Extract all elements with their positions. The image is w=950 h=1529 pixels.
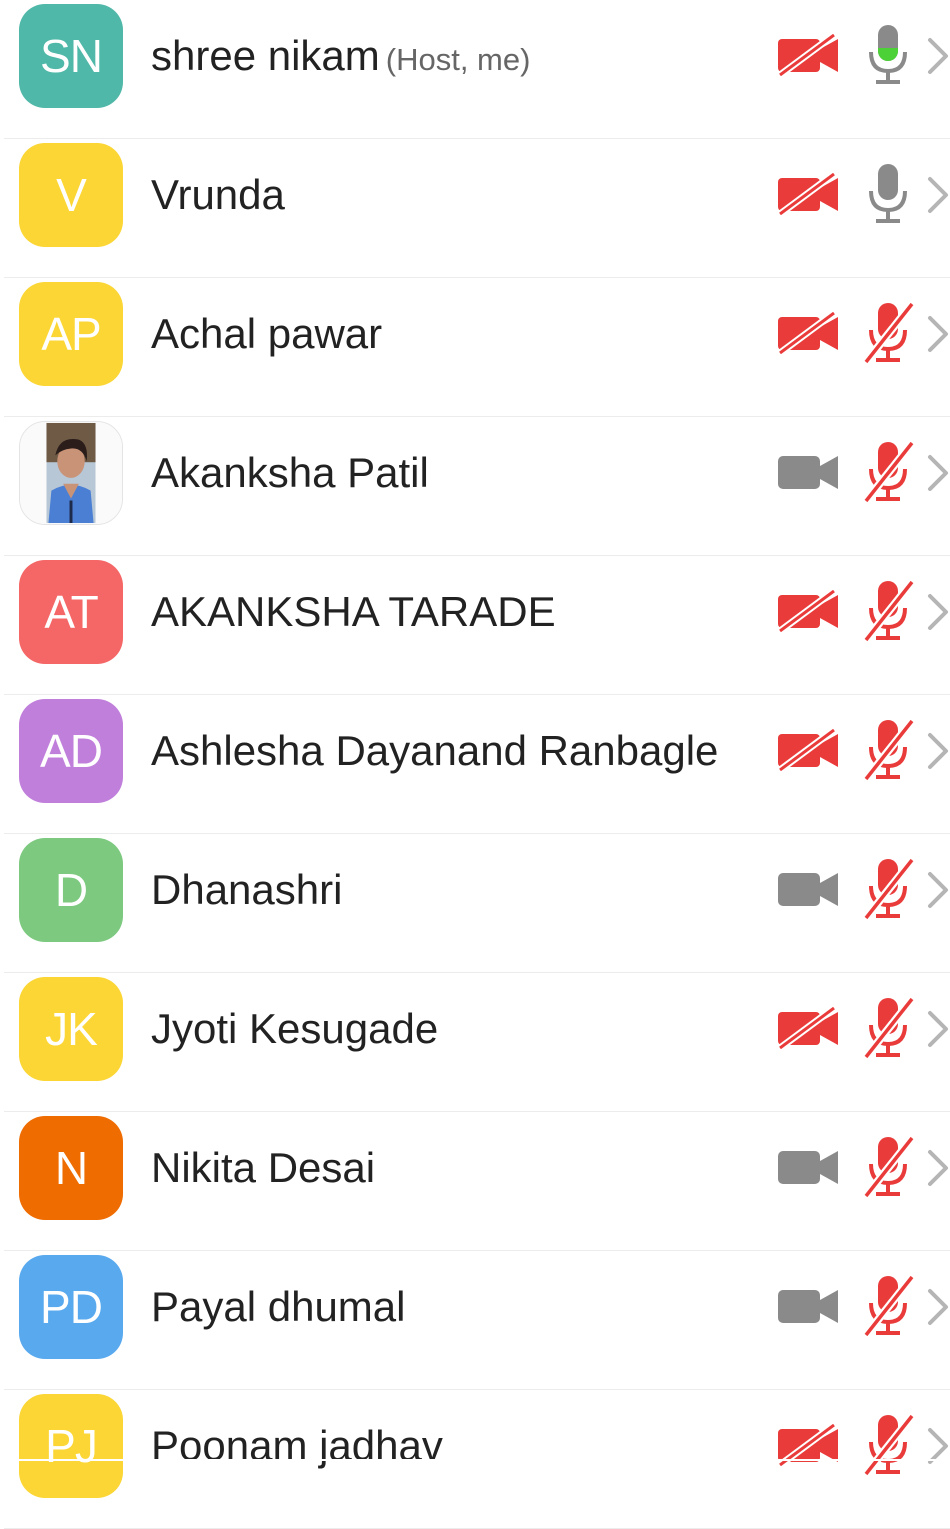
microphone-icon xyxy=(862,22,914,86)
video-off-icon xyxy=(776,32,840,78)
participant-name-text: Akanksha Patil xyxy=(151,449,429,496)
participant-name: Akanksha Patil xyxy=(151,449,429,497)
participant-row[interactable]: SN shree nikam (Host, me) xyxy=(4,0,950,139)
participant-name-text: Jyoti Kesugade xyxy=(151,1005,439,1052)
participant-row[interactable]: JK Jyoti Kesugade xyxy=(4,973,950,1112)
microphone-muted-icon xyxy=(862,1134,916,1199)
participant-name: Dhanashri xyxy=(151,866,342,914)
avatar: SN xyxy=(19,4,123,108)
video-camera-icon xyxy=(776,1285,840,1327)
avatar: JK xyxy=(19,977,123,1081)
avatar: D xyxy=(19,838,123,942)
video-off-icon xyxy=(776,310,840,356)
chevron-right-icon[interactable] xyxy=(924,870,950,910)
avatar xyxy=(19,421,123,525)
microphone-muted-icon xyxy=(862,300,916,365)
avatar: V xyxy=(19,143,123,247)
microphone-muted-icon xyxy=(862,995,916,1060)
avatar: AD xyxy=(19,699,123,803)
participant-name-text: Achal pawar xyxy=(151,310,383,357)
chevron-right-icon[interactable] xyxy=(924,1009,950,1049)
avatar: AT xyxy=(19,560,123,664)
chevron-right-icon[interactable] xyxy=(924,731,950,771)
video-off-icon xyxy=(776,727,840,773)
microphone-muted-icon xyxy=(862,439,916,504)
microphone-muted-icon xyxy=(862,1412,916,1477)
participant-name: Payal dhumal xyxy=(151,1283,405,1331)
participant-row[interactable]: D Dhanashri xyxy=(4,834,950,973)
participant-name: Poonam jadhav xyxy=(151,1422,443,1470)
participant-list: SN shree nikam (Host, me) V Vrunda AP Achal … xyxy=(0,0,950,1529)
participant-name-text: shree nikam xyxy=(151,32,380,79)
participant-name-text: Ashlesha Dayanand Ranbagle xyxy=(151,727,719,774)
avatar: N xyxy=(19,1116,123,1220)
video-camera-icon xyxy=(776,451,840,493)
chevron-right-icon[interactable] xyxy=(924,36,950,76)
participant-role-tag: (Host, me) xyxy=(385,42,531,77)
participant-row[interactable]: V Vrunda xyxy=(4,139,950,278)
chevron-right-icon[interactable] xyxy=(924,314,950,354)
chevron-right-icon[interactable] xyxy=(924,1287,950,1327)
participant-name-text: AKANKSHA TARADE xyxy=(151,588,556,635)
participant-name: Ashlesha Dayanand Ranbagle xyxy=(151,727,718,775)
participant-name-text: Dhanashri xyxy=(151,866,343,913)
chevron-right-icon[interactable] xyxy=(924,175,950,215)
video-off-icon xyxy=(776,1005,840,1051)
participant-row[interactable]: PD Payal dhumal xyxy=(4,1251,950,1390)
chevron-right-icon[interactable] xyxy=(924,592,950,632)
microphone-muted-icon xyxy=(862,1273,916,1338)
microphone-muted-icon xyxy=(862,578,916,643)
participant-name-text: Vrunda xyxy=(151,171,285,218)
participant-name: Nikita Desai xyxy=(151,1144,375,1192)
video-off-icon xyxy=(776,171,840,217)
avatar: AP xyxy=(19,282,123,386)
microphone-muted-icon xyxy=(862,856,916,921)
participant-name-text: Payal dhumal xyxy=(151,1283,406,1330)
participant-name: AKANKSHA TARADE xyxy=(151,588,556,636)
participant-row[interactable]: AP Achal pawar xyxy=(4,278,950,417)
participant-row[interactable]: AT AKANKSHA TARADE xyxy=(4,556,950,695)
microphone-icon xyxy=(862,161,914,225)
avatar: PJ xyxy=(19,1394,123,1498)
participant-name-text: Poonam jadhav xyxy=(151,1422,443,1469)
video-camera-icon xyxy=(776,1146,840,1188)
microphone-muted-icon xyxy=(862,717,916,782)
participant-row[interactable]: N Nikita Desai xyxy=(4,1112,950,1251)
participant-name: Achal pawar xyxy=(151,310,382,358)
participant-name: Jyoti Kesugade xyxy=(151,1005,438,1053)
participant-name: shree nikam (Host, me) xyxy=(151,32,530,80)
participant-name-text: Nikita Desai xyxy=(151,1144,376,1191)
participant-name: Vrunda xyxy=(151,171,285,219)
chevron-right-icon[interactable] xyxy=(924,1148,950,1188)
chevron-right-icon[interactable] xyxy=(924,453,950,493)
video-camera-icon xyxy=(776,868,840,910)
avatar: PD xyxy=(19,1255,123,1359)
video-off-icon xyxy=(776,588,840,634)
participant-row[interactable]: AD Ashlesha Dayanand Ranbagle xyxy=(4,695,950,834)
participant-row[interactable]: Akanksha Patil xyxy=(4,417,950,556)
